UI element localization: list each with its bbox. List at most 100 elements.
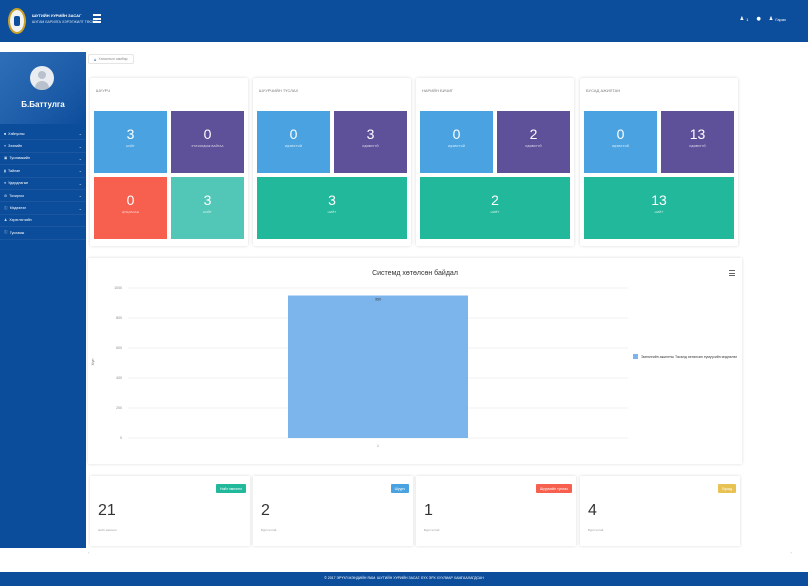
stat-value: 1 xyxy=(424,502,433,519)
notification-button[interactable]: ♟ 1 xyxy=(740,16,749,22)
tile-value: 3 xyxy=(203,192,212,208)
logout-button[interactable]: ♟ Гарах xyxy=(769,16,786,22)
stat-tile[interactable]: 0 ХҮЛЭЭГДЭЖ БАЙГАА xyxy=(171,111,244,173)
sidebar-item-label: Удирдлагын xyxy=(8,181,29,186)
sidebar-item-label: Тохиргоо xyxy=(9,193,25,198)
brand-subtitle: ШУГАМ БАРИЛГА ХЭРЭГЖИЛТ ТӨСӨЛ xyxy=(32,20,98,24)
sidebar-item-label: Мэдээлэл xyxy=(9,206,27,211)
x-tick-label: 1 xyxy=(377,444,379,448)
stat-tile[interactable]: 0 ИДЭВХТЭЙ xyxy=(420,111,493,173)
panel-title: НАРИЙН БИЧИГ xyxy=(422,88,454,93)
chevron-down-icon: ⌄ xyxy=(78,168,82,174)
sidebar-item-2[interactable]: ≡ Зээлийн ⌄ xyxy=(0,140,86,153)
legend-swatch xyxy=(633,354,638,359)
top-navbar: ШУТИЙН УУРИЙН ЗАСАГ ШУГАМ БАРИЛГА ХЭРЭГЖ… xyxy=(0,0,808,42)
sidebar-item-7[interactable]: ⓘ Мэдээлэл ⌄ xyxy=(0,202,86,215)
stat-tile[interactable]: 0 ИДЭВХТЭЙ xyxy=(584,111,657,173)
avatar[interactable] xyxy=(30,66,54,90)
sidebar-item-9[interactable]: ⓘ Тусламж xyxy=(0,227,86,240)
sidebar-item-4[interactable]: ▮ Тайлан ⌄ xyxy=(0,165,86,178)
tile-value: 3 xyxy=(328,192,336,208)
stat-card-busad: Бусад 4 Бүртгэлтэй xyxy=(580,476,740,546)
stat-tile[interactable]: 2 ИДЭВХГҮЙ xyxy=(497,111,570,173)
tile-caption: НИЙТ xyxy=(654,210,664,214)
tile-caption: ИДЭВХТЭЙ xyxy=(284,144,303,148)
scroll-right-icon[interactable]: › xyxy=(790,550,792,555)
sidebar-item-8[interactable]: ♟ Хэрэглэгчийн xyxy=(0,215,86,228)
tile-value: 13 xyxy=(689,126,706,142)
stat-tile[interactable]: 0 ИДЭВХТЭЙ xyxy=(257,111,330,173)
info-icon: ⓘ xyxy=(4,205,8,210)
sidebar-item-label: Тусламж xyxy=(9,230,25,235)
tile-caption: НИЙТ xyxy=(126,144,135,148)
tile-caption: ИДЭВХГҮЙ xyxy=(362,144,379,148)
legend-label[interactable]: Эмнэлгийн ажилтны Төсөлд хөтөлсөн хүмүүс… xyxy=(641,355,737,359)
home-icon[interactable]: ⌂ xyxy=(94,57,97,62)
tile-caption: НИЙТ xyxy=(203,210,212,214)
stat-subtitle: Нийт эмнэлэг xyxy=(98,528,117,532)
lock-icon: ● xyxy=(756,16,761,22)
tile-value: 3 xyxy=(126,126,135,142)
sidebar-item-3[interactable]: ▣ Тусламжийн ⌄ xyxy=(0,153,86,166)
breadcrumb: ⌂ Хяналтын самбар xyxy=(88,54,134,64)
y-tick-label: 200 xyxy=(116,406,122,410)
stat-tile[interactable]: 3 ИДЭВХГҮЙ xyxy=(334,111,407,173)
stat-tile[interactable]: 13 НИЙТ xyxy=(584,177,734,239)
tile-caption: ИДЭВХГҮЙ xyxy=(689,144,706,148)
chart-menu-icon[interactable] xyxy=(729,270,735,276)
footer-text: © 2017 ЭРҮҮЛ МЭНДИЙН ЯАМ. ШУТИЙН УУРИЙН … xyxy=(324,576,484,580)
logo[interactable] xyxy=(8,8,26,34)
chevron-down-icon: ⌄ xyxy=(78,205,82,211)
user-icon: ♟ xyxy=(768,16,774,22)
tile-value: 0 xyxy=(452,126,461,142)
sidebar-item-label: Тайлан xyxy=(7,168,21,173)
sidebar-item-5[interactable]: ● Удирдлагын ⌄ xyxy=(0,178,86,190)
sidebar-item-label: Хэйнусны xyxy=(8,131,25,136)
list-icon: ≡ xyxy=(4,144,7,149)
stat-tile[interactable]: 3 НИЙТ xyxy=(94,111,167,173)
notification-count: 1 xyxy=(746,16,749,22)
stat-card-tuslah: Шуурчийн туслах 1 Бүртгэлтэй xyxy=(416,476,576,546)
sidebar: Б.Баттулга ■ Хэйнусны ⌄ ≡ Зээлийн ⌄ ▣ Ту… xyxy=(0,52,86,548)
tile-caption: ИДЭВХТЭЙ xyxy=(447,144,466,148)
chevron-down-icon: ⌄ xyxy=(78,155,82,161)
tile-value: 0 xyxy=(289,126,298,142)
sidebar-nav: ■ Хэйнусны ⌄ ≡ Зээлийн ⌄ ▣ Тусламжийн ⌄ … xyxy=(0,128,86,240)
menu-toggle-icon[interactable] xyxy=(93,14,101,23)
user-icon: ♟ xyxy=(4,218,8,223)
panel-shuurch-tuslah: ШУУРЧИЙН ТҮСЛАХ 0 ИДЭВХТЭЙ 3 ИДЭВХГҮЙ 3 … xyxy=(253,78,411,246)
stat-card-hospitals: Нийт эмнэлэг 21 Нийт эмнэлэг xyxy=(90,476,250,546)
chart-bar[interactable] xyxy=(288,295,468,439)
stat-tile[interactable]: 3 НИЙТ xyxy=(171,177,244,239)
user-icon: ♟ xyxy=(739,16,745,22)
y-axis-label: Хүн xyxy=(90,359,95,366)
status-badge: Бусад xyxy=(718,484,736,493)
book-icon: ▣ xyxy=(4,156,8,161)
stat-tile[interactable]: 0 ЦУЦЛАСАН xyxy=(94,177,167,239)
y-tick-label: 0 xyxy=(120,436,122,440)
stat-tile[interactable]: 3 НИЙТ xyxy=(257,177,407,239)
tile-value: 0 xyxy=(616,126,625,142)
stat-value: 2 xyxy=(261,502,270,519)
lock-button[interactable]: ● xyxy=(757,16,761,22)
stat-tile[interactable]: 2 НИЙТ xyxy=(420,177,570,239)
horizontal-scrollbar[interactable]: ‹ › xyxy=(88,550,792,556)
tile-value: 13 xyxy=(651,192,667,208)
tile-value: 3 xyxy=(366,126,375,142)
sidebar-item-1[interactable]: ■ Хэйнусны ⌄ xyxy=(0,128,86,141)
stat-subtitle: Бүртгэлтэй xyxy=(588,528,604,532)
username: Б.Баттулга xyxy=(21,100,65,109)
tile-value: 0 xyxy=(126,192,135,208)
tile-value: 2 xyxy=(491,192,499,208)
stat-tile[interactable]: 13 ИДЭВХГҮЙ xyxy=(661,111,734,173)
stat-value: 21 xyxy=(98,502,116,519)
sidebar-item-6[interactable]: ⚙ Тохиргоо ⌄ xyxy=(0,190,86,203)
scroll-left-icon[interactable]: ‹ xyxy=(88,550,90,555)
sidebar-item-label: Тусламжийн xyxy=(9,156,30,161)
breadcrumb-item[interactable]: Хяналтын самбар xyxy=(99,57,128,61)
panel-title: БУСАД АЖИЛТАН xyxy=(586,88,621,93)
panel-title: ШУУРЧ xyxy=(96,88,111,93)
tile-value: 2 xyxy=(529,126,538,142)
bar-chart: Системд хөтөлсөн байдал Хүн 0 200 400 600 80… xyxy=(90,269,737,448)
logout-label: Гарах xyxy=(775,16,786,22)
